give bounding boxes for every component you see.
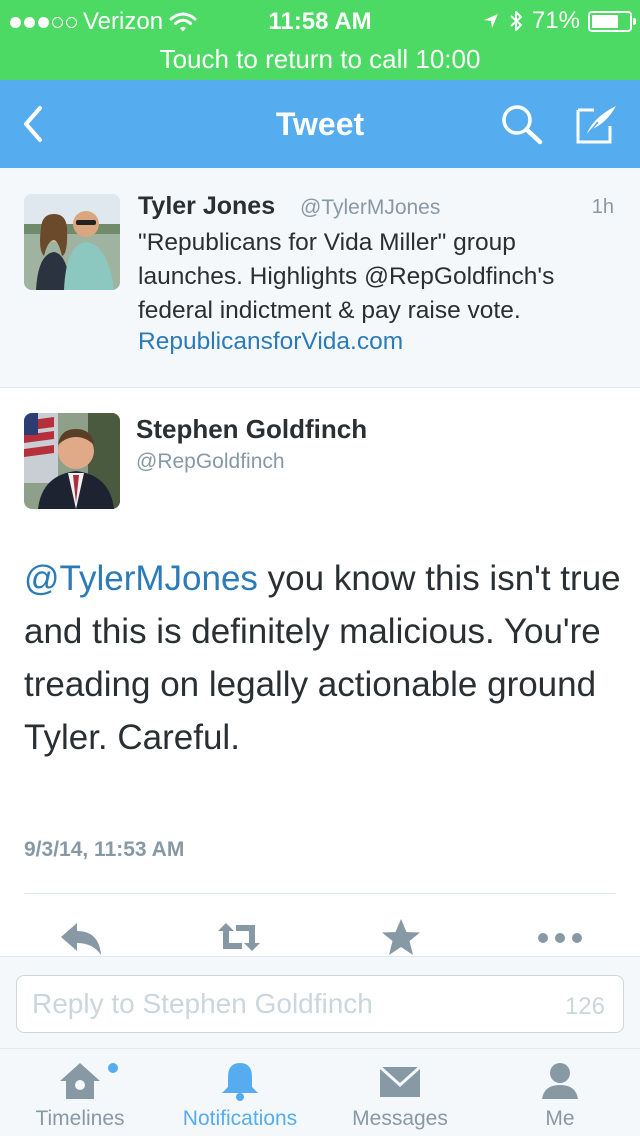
tab-notifications[interactable]: Notifications <box>160 1049 320 1136</box>
home-icon <box>60 1063 100 1099</box>
return-to-call-banner[interactable]: Touch to return to call 10:00 <box>0 40 640 80</box>
tab-label: Messages <box>352 1107 448 1130</box>
author-handle[interactable]: @RepGoldfinch <box>136 450 285 474</box>
avatar-photo-couple <box>24 194 120 290</box>
retweet-icon[interactable] <box>214 917 264 957</box>
tweet-text: @TylerMJones you know this isn't true an… <box>24 552 624 764</box>
character-count: 126 <box>564 993 605 1020</box>
tweet-text: "Republicans for Vida Miller" group laun… <box>138 229 555 324</box>
mention-link[interactable]: @TylerMJones <box>24 559 258 598</box>
tweet-timestamp: 1h <box>591 196 614 218</box>
avatar-photo-man <box>24 413 120 509</box>
avatar[interactable] <box>24 413 120 509</box>
battery-fill <box>592 14 618 28</box>
tab-label: Me <box>545 1107 575 1130</box>
more-options-icon[interactable] <box>535 917 585 957</box>
search-icon[interactable] <box>498 102 546 146</box>
tab-bar: Timelines Notifications Messages Me <box>0 1048 640 1136</box>
tab-me[interactable]: Me <box>480 1049 640 1136</box>
favorite-star-icon[interactable] <box>376 917 426 957</box>
divider <box>24 893 616 894</box>
author-name[interactable]: Tyler Jones <box>138 192 275 221</box>
reply-bar: Reply to Stephen Goldfinch 126 <box>0 956 640 1048</box>
author-handle[interactable]: @TylerMJones <box>300 196 440 220</box>
reply-placeholder: Reply to Stephen Goldfinch <box>32 988 373 1019</box>
avatar[interactable] <box>24 194 120 290</box>
reply-input[interactable]: Reply to Stephen Goldfinch 126 <box>16 975 624 1033</box>
bell-icon <box>222 1063 258 1101</box>
reply-icon[interactable] <box>57 917 107 957</box>
nav-bar: Tweet <box>0 80 640 168</box>
tab-label: Timelines <box>35 1107 125 1130</box>
tweet-link[interactable]: RepublicansforVida.com <box>138 328 403 356</box>
battery-percent: 71% <box>531 7 580 34</box>
status-row: Verizon 11:58 AM 71% <box>0 0 640 40</box>
new-content-dot <box>108 1063 118 1073</box>
person-icon <box>542 1063 578 1099</box>
battery-tip <box>633 17 636 25</box>
tab-label: Notifications <box>182 1107 298 1130</box>
envelope-icon <box>378 1065 422 1097</box>
tab-timelines[interactable]: Timelines <box>0 1049 160 1136</box>
tweet-date: 9/3/14, 11:53 AM <box>24 838 185 861</box>
location-arrow-icon <box>483 14 498 28</box>
battery-icon <box>588 10 636 32</box>
status-right: 71% <box>482 7 636 35</box>
bluetooth-icon <box>510 11 522 31</box>
status-bar: Verizon 11:58 AM 71% Touch to return to … <box>0 0 640 80</box>
tab-messages[interactable]: Messages <box>320 1049 480 1136</box>
author-name[interactable]: Stephen Goldfinch <box>136 414 367 445</box>
parent-tweet[interactable]: Tyler Jones @TylerMJones 1h "Republicans… <box>0 168 640 388</box>
compose-tweet-icon[interactable] <box>572 100 620 148</box>
